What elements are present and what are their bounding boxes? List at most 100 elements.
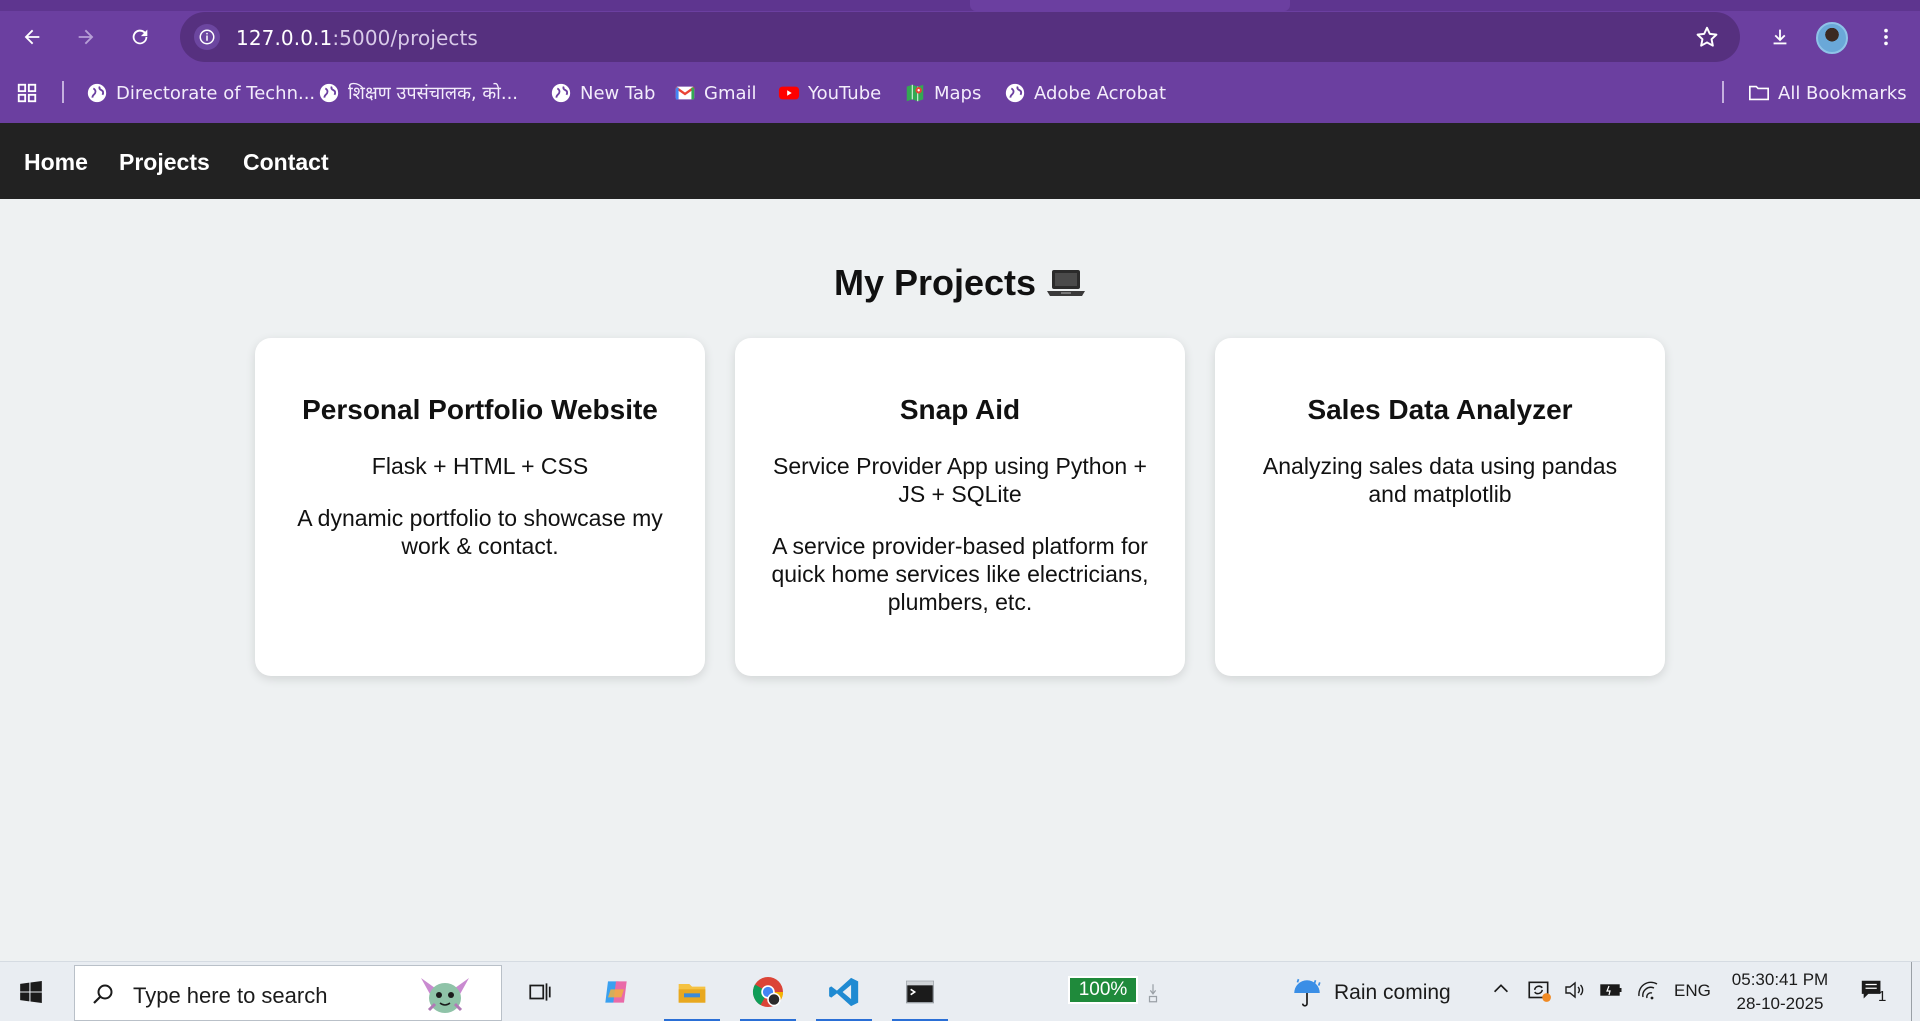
bookmark-label: Gmail	[704, 82, 757, 104]
forward-button[interactable]	[68, 19, 104, 55]
browser-chrome: 127.0.0.1:5000/projects Directorate of T…	[0, 0, 1920, 123]
show-desktop-button[interactable]	[1911, 962, 1912, 1021]
bookmark-label: Maps	[934, 82, 982, 104]
back-arrow-icon	[24, 29, 40, 45]
search-placeholder: Type here to search	[133, 983, 328, 1008]
browser-toolbar: 127.0.0.1:5000/projects	[0, 11, 1920, 63]
wifi-icon[interactable]	[1636, 978, 1660, 1007]
bookmark-label: Directorate of Techn...	[116, 82, 316, 104]
bookmark-star-icon[interactable]	[1694, 24, 1720, 55]
download-button[interactable]	[1762, 19, 1798, 55]
reload-icon	[132, 29, 148, 45]
project-description: A dynamic portfolio to showcase my work …	[297, 505, 663, 559]
all-bookmarks-button[interactable]: All Bookmarks	[1748, 79, 1907, 107]
project-tech: Flask + HTML + CSS	[371, 453, 589, 479]
laptop-icon	[1046, 266, 1086, 308]
site-info-icon[interactable]	[194, 24, 220, 50]
apps-button[interactable]	[16, 79, 38, 107]
bookmark-item[interactable]: Gmail	[674, 79, 757, 107]
url-path: :5000/projects	[332, 26, 478, 50]
project-card: Personal Portfolio Website Flask + HTML …	[255, 338, 705, 676]
nav-link-projects[interactable]: Projects	[119, 149, 210, 176]
nav-link-home[interactable]: Home	[24, 149, 88, 176]
taskbar-file-explorer[interactable]	[661, 962, 723, 1021]
apps-grid-icon	[16, 82, 38, 104]
back-button[interactable]	[14, 19, 50, 55]
profile-avatar[interactable]	[1816, 22, 1848, 54]
volume-icon[interactable]	[1562, 978, 1586, 1007]
search-mascot-icon	[415, 970, 475, 1021]
project-description: A service provider-based platform for qu…	[771, 533, 1149, 615]
show-hidden-icons-chevron-icon[interactable]	[1490, 978, 1512, 1005]
umbrella-rain-icon	[1294, 978, 1321, 1007]
project-title: Personal Portfolio Website	[302, 394, 658, 425]
touch-keyboard-icon[interactable]	[1146, 982, 1160, 1009]
vscode-icon	[829, 977, 859, 1007]
page-title-text: My Projects	[833, 262, 1037, 303]
globe-icon	[318, 82, 340, 104]
task-view-icon	[529, 983, 551, 1001]
site-navbar: Home Projects Contact	[0, 123, 1920, 199]
chrome-icon	[752, 977, 784, 1007]
search-icon	[91, 982, 115, 1011]
system-clock[interactable]: 05:30:41 PM 28-10-2025	[1720, 968, 1840, 1016]
bookmark-label: शिक्षण उपसंचालक, को...	[348, 83, 519, 104]
bookmark-item[interactable]: Adobe Acrobat	[1004, 79, 1166, 107]
weather-widget[interactable]: Rain coming	[1290, 976, 1451, 1010]
bookmark-item[interactable]: New Tab	[550, 79, 655, 107]
bookmark-item[interactable]: शिक्षण उपसंचालक, को...	[318, 79, 518, 107]
battery-percentage-badge[interactable]: 100%	[1068, 976, 1138, 1004]
bookmark-label: Adobe Acrobat	[1034, 82, 1167, 104]
url-host: 127.0.0.1	[236, 26, 333, 50]
windows-start-icon[interactable]	[18, 979, 44, 1010]
bookmark-label: YouTube	[808, 82, 882, 104]
task-view-button[interactable]	[509, 962, 571, 1021]
reload-button[interactable]	[122, 19, 158, 55]
url-text[interactable]: 127.0.0.1:5000/projects	[236, 26, 478, 50]
forward-arrow-icon	[78, 29, 94, 45]
globe-icon	[1004, 82, 1026, 104]
input-language-indicator[interactable]: ENG	[1674, 981, 1711, 1001]
bookmarks-bar: Directorate of Techn... शिक्षण उपसंचालक,…	[0, 73, 1920, 113]
project-title: Snap Aid	[899, 394, 1021, 425]
sync-status-icon[interactable]	[1526, 978, 1552, 1009]
menu-button[interactable]	[1868, 19, 1904, 55]
copilot-icon	[605, 981, 627, 1003]
bookmark-label: New Tab	[580, 82, 656, 104]
taskbar-terminal[interactable]	[889, 962, 951, 1021]
terminal-icon	[906, 980, 934, 1004]
folder-icon	[678, 984, 706, 1003]
project-card: Sales Data Analyzer Analyzing sales data…	[1215, 338, 1665, 676]
taskbar: Type here to search 100% Rain coming ENG…	[0, 961, 1920, 1021]
weather-text: Rain coming	[1334, 981, 1451, 1004]
battery-icon[interactable]	[1598, 978, 1624, 1007]
folder-icon	[1748, 82, 1770, 104]
download-icon	[1773, 29, 1787, 45]
gmail-icon	[674, 82, 696, 104]
notification-center-button[interactable]: 1	[1858, 978, 1888, 1011]
taskbar-chrome[interactable]	[737, 962, 799, 1021]
tab-strip	[0, 0, 1920, 11]
address-bar[interactable]: 127.0.0.1:5000/projects	[180, 12, 1740, 62]
notification-count: 1	[1878, 988, 1887, 1005]
nav-link-contact[interactable]: Contact	[243, 149, 329, 176]
taskbar-copilot[interactable]	[585, 962, 647, 1021]
page-title: My Projects	[0, 262, 1920, 308]
bookmark-separator	[62, 81, 64, 103]
all-bookmarks-label: All Bookmarks	[1778, 82, 1907, 104]
bookmark-item[interactable]: YouTube	[778, 79, 881, 107]
project-title: Sales Data Analyzer	[1307, 394, 1573, 425]
bookmark-item[interactable]: Maps	[904, 79, 981, 107]
active-tab-edge[interactable]	[970, 0, 1290, 11]
bookmark-item[interactable]: Directorate of Techn...	[86, 79, 315, 107]
project-tech: Service Provider App using Python + JS +…	[773, 453, 1147, 507]
kebab-menu-icon	[1884, 28, 1888, 46]
taskbar-search-box[interactable]: Type here to search	[74, 965, 502, 1021]
clock-time: 05:30:41 PM	[1731, 970, 1829, 989]
taskbar-vscode[interactable]	[813, 962, 875, 1021]
clock-date: 28-10-2025	[1736, 994, 1824, 1013]
youtube-icon	[778, 82, 800, 104]
bookmark-separator	[1722, 81, 1724, 103]
globe-icon	[550, 82, 572, 104]
project-tech: Analyzing sales data using pandas and ma…	[1262, 453, 1618, 507]
